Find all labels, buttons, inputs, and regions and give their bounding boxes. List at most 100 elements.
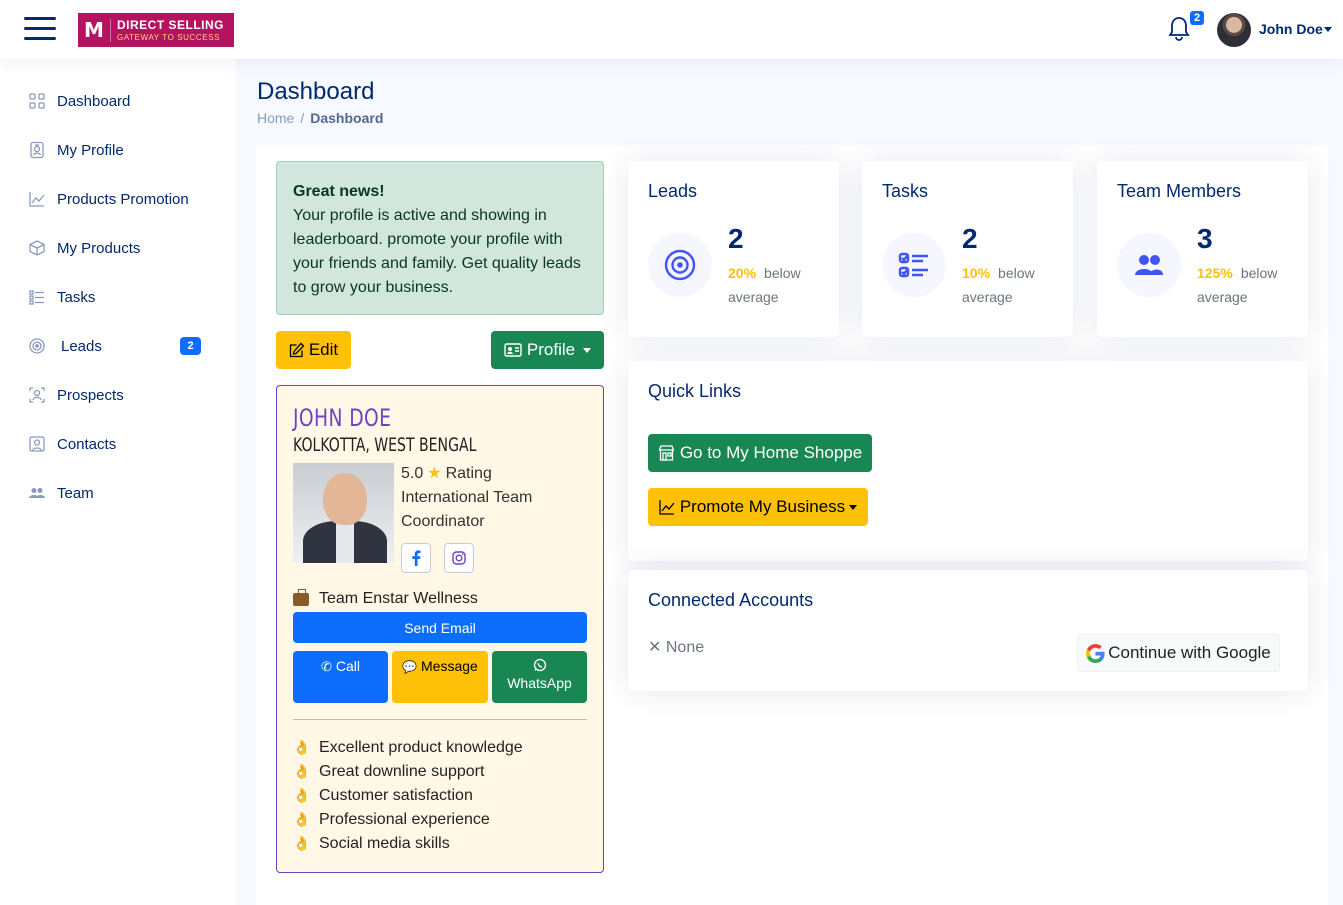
stat-card-team-members: Team Members 3 125% below average — [1097, 161, 1308, 337]
rating-label: Rating — [445, 465, 492, 482]
profile-dropdown-button[interactable]: Profile — [491, 331, 604, 369]
whatsapp-icon — [533, 658, 546, 672]
panel-title: Connected Accounts — [648, 590, 814, 610]
star-icon: ★ — [427, 465, 442, 482]
pencil-square-icon — [289, 342, 305, 358]
telephone-icon: ✆ — [321, 660, 332, 675]
bullseye-icon — [648, 233, 712, 297]
sidebar-item-dashboard[interactable]: Dashboard — [28, 87, 130, 115]
person-badge-icon — [30, 141, 44, 159]
sidebar-item-label: My Products — [57, 239, 141, 257]
bell-icon[interactable] — [1168, 16, 1190, 42]
home-shoppe-button[interactable]: Go to My Home Shoppe — [648, 434, 872, 472]
no-accounts-text: ✕ None — [648, 637, 705, 656]
facebook-icon[interactable] — [401, 543, 431, 573]
promote-business-dropdown[interactable]: Promote My Business — [648, 488, 868, 526]
ok-hand-icon: 👌 — [293, 812, 311, 828]
success-alert: Great news! Your profile is active and s… — [276, 161, 604, 315]
bullseye-icon — [29, 338, 45, 354]
user-avatar[interactable] — [1217, 13, 1251, 47]
stat-value: 2 — [962, 223, 978, 254]
sidebar-item-label: Team — [57, 484, 94, 502]
chat-icon: 💬 — [402, 660, 418, 674]
edit-button[interactable]: Edit — [276, 331, 351, 369]
grid-icon — [29, 93, 45, 109]
profile-role-line2: Coordinator — [401, 513, 485, 530]
sidebar-item-label: Products Promotion — [57, 190, 189, 208]
sidebar-item-leads[interactable]: Leads — [28, 332, 102, 360]
sidebar-item-products-promotion[interactable]: Products Promotion — [28, 185, 189, 213]
graph-up-icon — [29, 192, 45, 207]
quick-links-panel: Quick Links Go to My Home Shoppe Promote… — [628, 361, 1308, 561]
google-icon — [1086, 643, 1105, 663]
panel-title: Quick Links — [648, 381, 742, 401]
stat-title: Tasks — [882, 181, 929, 201]
profile-info: 5.0 ★ Rating International Team Coordinato… — [401, 462, 532, 534]
sidebar-item-team[interactable]: Team — [28, 479, 94, 507]
shop-icon — [658, 445, 675, 461]
stat-value: 2 — [728, 223, 744, 254]
stat-value: 3 — [1197, 223, 1213, 254]
profile-rating: 5.0 — [401, 465, 424, 482]
stat-trend: 20% below average — [728, 265, 801, 305]
list-item: 👌 Social media skills — [293, 832, 523, 856]
ok-hand-icon: 👌 — [293, 764, 311, 780]
stat-trend: 125% below average — [1197, 265, 1278, 305]
sidebar: Dashboard My Profile Products Promotion … — [0, 59, 236, 905]
stat-trend: 10% below average — [962, 265, 1035, 305]
stat-title: Leads — [648, 181, 698, 201]
sidebar-item-label: Prospects — [57, 386, 124, 404]
person-vcard-icon — [504, 343, 522, 357]
brand-title: DIRECT SELLING — [117, 17, 225, 32]
sidebar-item-my-products[interactable]: My Products — [28, 234, 140, 262]
alert-heading: Great news! — [293, 183, 385, 200]
menu-toggle-icon[interactable] — [24, 15, 56, 43]
notification-badge: 2 — [1190, 11, 1205, 25]
ok-hand-icon: 👌 — [293, 788, 311, 804]
profile-location: KOLKOTTA, WEST BENGAL — [293, 434, 477, 456]
continue-with-google-button[interactable]: Continue with Google — [1077, 634, 1280, 672]
sidebar-item-label: Contacts — [57, 435, 117, 453]
breadcrumb: Home / Dashboard — [257, 110, 384, 126]
page-title: Dashboard — [257, 78, 375, 105]
instagram-icon[interactable] — [444, 543, 474, 573]
list-check-icon — [29, 290, 44, 305]
graph-up-icon — [659, 500, 675, 515]
caret-down-icon[interactable] — [1324, 27, 1332, 32]
sidebar-item-contacts[interactable]: Contacts — [28, 430, 116, 458]
box-icon — [29, 240, 45, 256]
whatsapp-button[interactable]: WhatsApp — [492, 651, 587, 703]
brand-subtitle: GATEWAY TO SUCCESS — [117, 32, 221, 42]
person-bounding-box-icon — [29, 387, 45, 403]
call-button[interactable]: ✆ Call — [293, 651, 388, 703]
breadcrumb-home-link[interactable]: Home — [257, 110, 294, 126]
ok-hand-icon: 👌 — [293, 740, 311, 756]
brand-logo[interactable]: M DIRECT SELLING GATEWAY TO SUCCESS — [78, 13, 234, 47]
message-button[interactable]: 💬 Message — [392, 651, 488, 703]
sidebar-item-my-profile[interactable]: My Profile — [28, 136, 124, 164]
person-square-icon — [29, 436, 45, 452]
people-icon — [29, 488, 45, 498]
sidebar-item-label: My Profile — [57, 141, 124, 159]
profile-photo — [293, 463, 394, 563]
ok-hand-icon: 👌 — [293, 836, 311, 852]
sidebar-item-prospects[interactable]: Prospects — [28, 381, 124, 409]
list-check-icon — [882, 233, 946, 297]
top-header: M DIRECT SELLING GATEWAY TO SUCCESS 2 Jo… — [0, 0, 1343, 59]
skills-list: 👌 Excellent product knowledge 👌 Great down… — [293, 736, 523, 856]
profile-card: JOHN DOE KOLKOTTA, WEST BENGAL 5.0 ★ Ratin… — [276, 385, 604, 873]
alert-body: Your profile is active and showing in le… — [293, 207, 581, 296]
briefcase-icon — [293, 588, 309, 606]
send-email-button[interactable]: Send Email — [293, 612, 587, 643]
connected-accounts-panel: Connected Accounts ✕ None Continue with … — [628, 570, 1308, 691]
leads-count-badge: 2 — [180, 337, 201, 355]
user-name-dropdown[interactable]: John Doe — [1259, 21, 1323, 37]
sidebar-item-label: Tasks — [57, 288, 96, 306]
sidebar-item-tasks[interactable]: Tasks — [28, 283, 95, 311]
list-item: 👌 Professional experience — [293, 808, 523, 832]
sidebar-item-label: Dashboard — [57, 92, 131, 110]
profile-team: Team Enstar Wellness — [293, 588, 478, 608]
profile-role: International Team — [401, 489, 533, 506]
stat-title: Team Members — [1117, 181, 1242, 201]
stat-card-leads: Leads 2 20% below average — [628, 161, 839, 337]
